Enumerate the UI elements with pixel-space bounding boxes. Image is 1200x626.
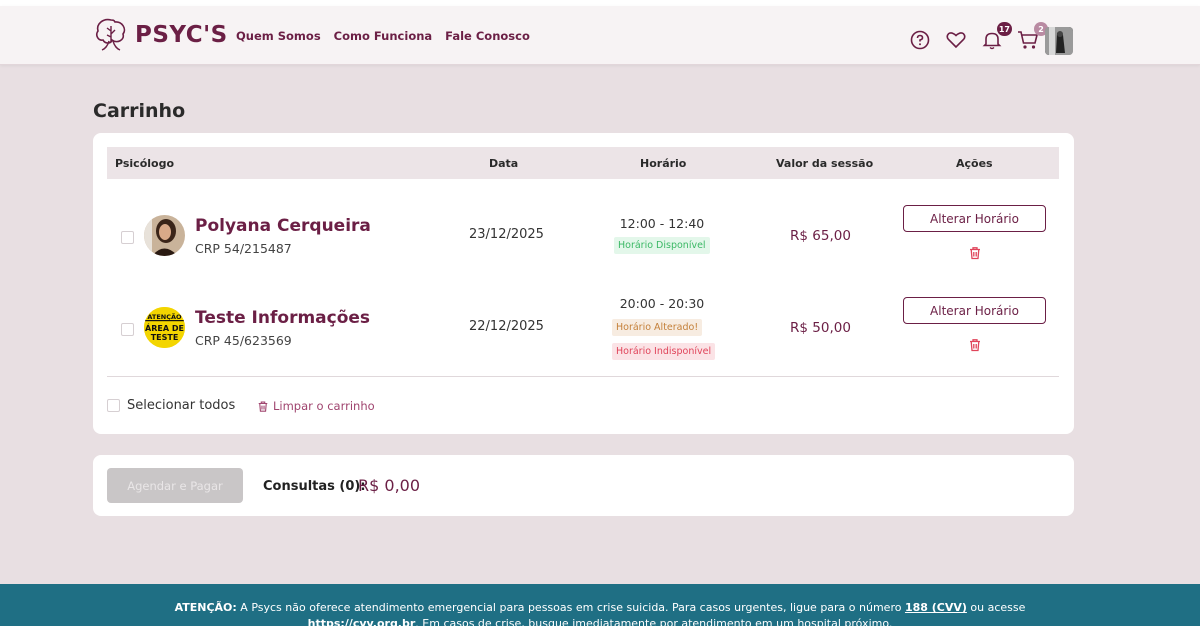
session-time: 12:00 - 12:40 bbox=[619, 216, 705, 231]
table-row: Polyana Cerqueira CRP 54/215487 23/12/20… bbox=[107, 193, 1059, 285]
column-header-data: Data bbox=[489, 157, 519, 170]
footer-text-3: . Em casos de crise, busque imediatament… bbox=[415, 617, 893, 626]
column-header-horario: Horário bbox=[640, 157, 687, 170]
select-all[interactable]: Selecionar todos bbox=[107, 398, 235, 413]
nav-como-funciona[interactable]: Como Funciona bbox=[334, 29, 433, 43]
session-price: R$ 65,00 bbox=[790, 228, 851, 244]
main-nav: Quem Somos Como Funciona Fale Conosco bbox=[236, 29, 530, 43]
column-header-acoes: Ações bbox=[956, 157, 993, 170]
clear-cart-link[interactable]: Limpar o carrinho bbox=[257, 399, 375, 413]
header: PSYC'S Quem Somos Como Funciona Fale Con… bbox=[0, 6, 1200, 65]
brain-tree-icon bbox=[96, 18, 126, 51]
consultations-total: R$ 0,00 bbox=[358, 476, 421, 495]
cart-icon[interactable]: 2 bbox=[1016, 22, 1048, 52]
column-header-psicologo: Psicólogo bbox=[115, 157, 175, 170]
avatar-text-1: ATENÇÃO bbox=[147, 312, 182, 321]
status-badge-unavailable: Horário Indisponível bbox=[612, 343, 716, 360]
trash-icon[interactable] bbox=[968, 246, 982, 260]
cart-card: Psicólogo Data Horário Valor da sessão A… bbox=[93, 133, 1074, 434]
heart-icon[interactable] bbox=[944, 28, 968, 52]
page-title: Carrinho bbox=[93, 100, 186, 122]
notifications-badge: 17 bbox=[996, 22, 1012, 36]
footer-text-2: ou acesse bbox=[966, 601, 1026, 614]
session-time: 20:00 - 20:30 bbox=[619, 296, 705, 311]
table-row: ATENÇÃO ÁREA DE TESTE Teste Informações … bbox=[107, 285, 1059, 377]
test-area-sign: ATENÇÃO ÁREA DE TESTE bbox=[144, 307, 185, 348]
trash-icon bbox=[258, 400, 268, 412]
divider bbox=[107, 376, 1059, 377]
row-checkbox[interactable] bbox=[121, 231, 134, 244]
consultations-label: Consultas (0): bbox=[263, 479, 366, 494]
psychologist-avatar bbox=[144, 215, 185, 256]
cvv-site-link[interactable]: https://cvv.org.br bbox=[308, 617, 416, 626]
session-price: R$ 50,00 bbox=[790, 320, 851, 336]
header-actions: 17 2 bbox=[908, 22, 1052, 52]
change-time-button[interactable]: Alterar Horário bbox=[903, 297, 1046, 324]
trash-icon[interactable] bbox=[968, 338, 982, 352]
table-header: Psicólogo Data Horário Valor da sessão A… bbox=[107, 147, 1059, 179]
select-all-checkbox[interactable] bbox=[107, 399, 120, 412]
footer-attention: ATENÇÃO: bbox=[174, 601, 237, 614]
avatar-text-3: TESTE bbox=[151, 333, 179, 342]
nav-fale-conosco[interactable]: Fale Conosco bbox=[445, 29, 530, 43]
nav-quem-somos[interactable]: Quem Somos bbox=[236, 29, 321, 43]
footer-warning: ATENÇÃO: A Psycs não oferece atendimento… bbox=[0, 584, 1200, 626]
schedule-pay-button[interactable]: Agendar e Pagar bbox=[107, 468, 243, 503]
summary-card: Agendar e Pagar Consultas (0): R$ 0,00 bbox=[93, 455, 1074, 516]
psychologist-crp: CRP 45/623569 bbox=[195, 333, 292, 348]
footer-text-1: A Psycs não oferece atendimento emergenc… bbox=[236, 601, 905, 614]
session-date: 22/12/2025 bbox=[469, 319, 544, 334]
avatar-text-2: ÁREA DE bbox=[145, 322, 184, 333]
status-badge-changed: Horário Alterado! bbox=[612, 319, 703, 336]
row-checkbox[interactable] bbox=[121, 323, 134, 336]
psychologist-avatar: ATENÇÃO ÁREA DE TESTE bbox=[144, 307, 185, 348]
psychologist-name[interactable]: Teste Informações bbox=[195, 308, 370, 328]
user-avatar[interactable] bbox=[1045, 27, 1073, 55]
column-header-valor: Valor da sessão bbox=[776, 157, 874, 170]
brand-name: PSYC'S bbox=[135, 22, 228, 48]
psychologist-name[interactable]: Polyana Cerqueira bbox=[195, 216, 371, 236]
logo[interactable]: PSYC'S bbox=[93, 16, 228, 54]
bell-icon[interactable]: 17 bbox=[980, 22, 1012, 52]
status-badge-available: Horário Disponível bbox=[614, 237, 710, 254]
session-date: 23/12/2025 bbox=[469, 227, 544, 242]
clear-cart-label: Limpar o carrinho bbox=[273, 399, 375, 413]
change-time-button[interactable]: Alterar Horário bbox=[903, 205, 1046, 232]
help-icon[interactable] bbox=[908, 28, 932, 52]
cvv-link[interactable]: 188 (CVV) bbox=[905, 601, 967, 614]
select-all-label: Selecionar todos bbox=[127, 398, 236, 413]
psychologist-crp: CRP 54/215487 bbox=[195, 241, 292, 256]
